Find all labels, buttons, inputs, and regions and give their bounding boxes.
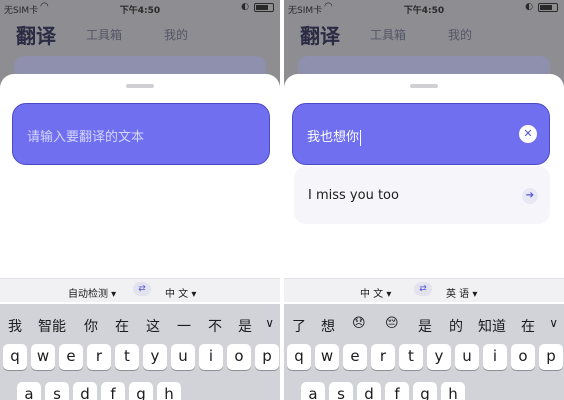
translate-input[interactable]: 我也想你 ✕ bbox=[292, 103, 550, 165]
candidate[interactable]: 一 bbox=[177, 316, 191, 336]
target-language-select[interactable]: 英 语 ▾ bbox=[446, 285, 477, 300]
candidate[interactable]: 的 bbox=[449, 316, 463, 336]
key[interactable]: e bbox=[59, 344, 83, 370]
text-caret bbox=[360, 129, 362, 146]
key[interactable]: u bbox=[171, 344, 195, 370]
status-bar: 无SIM卡 ◠ 下午4:50 ◐ bbox=[0, 0, 280, 16]
candidate[interactable]: 智能 bbox=[38, 316, 66, 336]
candidate[interactable]: 想 bbox=[321, 316, 335, 336]
key[interactable]: a bbox=[301, 382, 325, 400]
candidate[interactable]: 😞 bbox=[352, 316, 366, 331]
tab-toolbox[interactable]: 工具箱 bbox=[86, 26, 122, 43]
candidate[interactable]: 在 bbox=[115, 316, 129, 336]
key[interactable]: o bbox=[227, 344, 251, 370]
sheet-grabber[interactable] bbox=[410, 84, 438, 88]
key[interactable]: y bbox=[143, 344, 167, 370]
phone-screen-translated: 无SIM卡 ◠ 下午4:50 ◐ 翻译 工具箱 我的 我也想你 ✕ I miss… bbox=[284, 0, 564, 400]
lock-rotation-icon: ◐ bbox=[241, 2, 249, 12]
key[interactable]: e bbox=[343, 344, 367, 370]
key[interactable]: i bbox=[199, 344, 223, 370]
chevron-down-icon[interactable]: ∨ bbox=[549, 316, 558, 330]
key[interactable]: f bbox=[101, 382, 125, 400]
candidate[interactable]: 不 bbox=[208, 316, 222, 336]
input-text: 我也想你 bbox=[307, 130, 360, 145]
status-time: 下午4:50 bbox=[119, 6, 161, 16]
arrow-right-icon[interactable]: ➔ bbox=[522, 188, 538, 204]
key[interactable]: d bbox=[357, 382, 381, 400]
nav-title: 翻译 bbox=[300, 24, 340, 48]
key[interactable]: y bbox=[427, 344, 451, 370]
key[interactable]: s bbox=[45, 382, 69, 400]
key[interactable]: r bbox=[371, 344, 395, 370]
input-value: 我也想你 bbox=[307, 126, 362, 146]
status-time: 下午4:50 bbox=[403, 6, 445, 16]
status-right: ◐ bbox=[241, 2, 274, 12]
key[interactable]: q bbox=[287, 344, 311, 370]
app-nav: 翻译 工具箱 我的 bbox=[284, 18, 564, 48]
key[interactable]: g bbox=[413, 382, 437, 400]
clear-icon[interactable]: ✕ bbox=[519, 125, 537, 143]
key[interactable]: t bbox=[399, 344, 423, 370]
battery-icon bbox=[254, 2, 274, 12]
status-bar: 无SIM卡 ◠ 下午4:50 ◐ bbox=[284, 0, 564, 16]
key[interactable]: q bbox=[3, 344, 27, 370]
candidate[interactable]: 这 bbox=[146, 316, 160, 336]
key[interactable]: o bbox=[511, 344, 535, 370]
key[interactable]: w bbox=[31, 344, 55, 370]
keyboard: 了 想 😞 😔 是 的 知道 在 ∨ q w e r t y u i o p a… bbox=[284, 304, 564, 400]
key[interactable]: r bbox=[87, 344, 111, 370]
source-language-select[interactable]: 自动检测 ▾ bbox=[68, 285, 116, 300]
sheet-grabber[interactable] bbox=[126, 84, 154, 88]
key[interactable]: t bbox=[115, 344, 139, 370]
key[interactable]: s bbox=[329, 382, 353, 400]
input-placeholder: 请输入要翻译的文本 bbox=[27, 130, 145, 145]
key[interactable]: a bbox=[17, 382, 41, 400]
translate-input[interactable]: 请输入要翻译的文本 bbox=[12, 103, 270, 165]
swap-icon[interactable]: ⇄ bbox=[133, 282, 151, 296]
battery-icon bbox=[538, 2, 558, 12]
key[interactable]: h bbox=[441, 382, 465, 400]
swap-icon[interactable]: ⇄ bbox=[414, 282, 432, 296]
target-language-select[interactable]: 中 文 ▾ bbox=[165, 285, 196, 300]
source-language-select[interactable]: 中 文 ▾ bbox=[360, 285, 391, 300]
candidate[interactable]: 在 bbox=[521, 316, 535, 336]
key[interactable]: p bbox=[539, 344, 563, 370]
candidate[interactable]: 是 bbox=[238, 316, 252, 336]
key[interactable]: i bbox=[483, 344, 507, 370]
lock-rotation-icon: ◐ bbox=[525, 2, 533, 12]
candidate[interactable]: 我 bbox=[8, 316, 22, 336]
status-right: ◐ bbox=[525, 2, 558, 12]
nav-title: 翻译 bbox=[16, 24, 56, 48]
app-nav: 翻译 工具箱 我的 bbox=[0, 18, 280, 48]
tab-mine[interactable]: 我的 bbox=[448, 26, 472, 43]
candidate[interactable]: 了 bbox=[292, 316, 306, 336]
candidate[interactable]: 😔 bbox=[385, 316, 399, 331]
language-bar: 自动检测 ▾ ⇄ 中 文 ▾ bbox=[0, 278, 280, 302]
candidate[interactable]: 是 bbox=[418, 316, 432, 336]
tab-mine[interactable]: 我的 bbox=[164, 26, 188, 43]
key[interactable]: f bbox=[385, 382, 409, 400]
key[interactable]: g bbox=[129, 382, 153, 400]
key[interactable]: h bbox=[157, 382, 181, 400]
chevron-down-icon[interactable]: ∨ bbox=[265, 316, 274, 330]
key[interactable]: p bbox=[255, 344, 279, 370]
language-bar: 中 文 ▾ ⇄ 英 语 ▾ bbox=[284, 278, 564, 302]
candidate-bar: 我 智能 你 在 这 一 不 是 ∨ bbox=[0, 312, 280, 340]
key[interactable]: w bbox=[315, 344, 339, 370]
result-card[interactable]: I miss you too ➔ bbox=[294, 166, 550, 224]
key[interactable]: d bbox=[73, 382, 97, 400]
keyboard: 我 智能 你 在 这 一 不 是 ∨ q w e r t y u i o p a… bbox=[0, 304, 280, 400]
phone-screen-empty: 无SIM卡 ◠ 下午4:50 ◐ 翻译 工具箱 我的 请输入要翻译的文本 自动检… bbox=[0, 0, 280, 400]
candidate[interactable]: 你 bbox=[84, 316, 98, 336]
tab-toolbox[interactable]: 工具箱 bbox=[370, 26, 406, 43]
translation-result: I miss you too bbox=[308, 188, 399, 203]
candidate-bar: 了 想 😞 😔 是 的 知道 在 ∨ bbox=[284, 312, 564, 340]
key[interactable]: u bbox=[455, 344, 479, 370]
candidate[interactable]: 知道 bbox=[478, 316, 506, 336]
